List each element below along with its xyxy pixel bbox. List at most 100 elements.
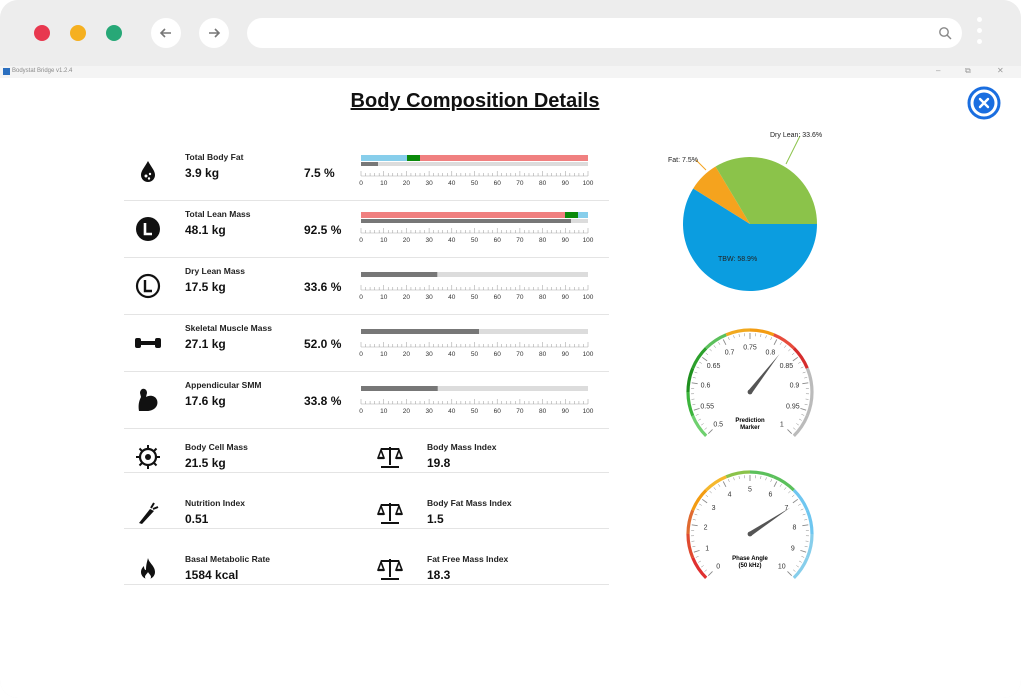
scale-tick-label: 60 — [494, 351, 502, 358]
pie-label-tbw: TBW: 58.9% — [718, 256, 757, 263]
body-cell-mass-item: Body Cell Mass 21.5 kg — [124, 429, 366, 485]
gauge-tick-label: 0.95 — [786, 403, 800, 410]
gauge-arc-segment — [792, 415, 809, 437]
gauge-arc-segment — [691, 557, 708, 579]
arrow-right-icon — [209, 28, 221, 38]
menu-kebab-icon[interactable] — [976, 17, 984, 51]
scale-tick-label: 100 — [583, 180, 594, 187]
close-window-dot[interactable] — [34, 25, 50, 41]
gauge-tick-label: 0.6 — [701, 382, 711, 389]
scale-tick-label: 40 — [448, 237, 456, 244]
value-bar — [361, 272, 438, 277]
gauge-tick-label: 0.75 — [743, 345, 757, 352]
scale-tick-label: 80 — [539, 180, 547, 187]
scale-tick-label: 70 — [516, 294, 524, 301]
scale-tick-label: 100 — [583, 408, 594, 415]
minimize-button[interactable]: – — [936, 66, 940, 75]
divider — [124, 584, 609, 585]
gauge-tick-label: 0.9 — [790, 382, 800, 389]
scale-tick-label: 40 — [448, 180, 456, 187]
gauge-tick-label: 0.8 — [766, 349, 776, 356]
gauge-title: Phase Angle — [732, 556, 768, 562]
metric-row-skeletal-muscle-mass: Skeletal Muscle Mass 27.1 kg 52.0 % 0 10 2… — [124, 315, 609, 372]
close-app-button[interactable]: ✕ — [997, 66, 1004, 75]
scale-tick-label: 30 — [425, 180, 433, 187]
metric-value: 0.51 — [185, 512, 209, 526]
composition-pie-chart: Dry Lean: 33.6% Fat: 7.5% TBW: 58.9% — [668, 132, 822, 291]
flame-icon — [134, 555, 162, 583]
gauge-tick-label: 0.7 — [725, 349, 735, 356]
metric-value: 17.5 kg — [185, 280, 226, 294]
metric-percent: 7.5 % — [304, 166, 335, 180]
metric-label: Total Body Fat — [185, 152, 244, 162]
scale-icon — [376, 499, 404, 527]
body-mass-index-item: Body Mass Index 19.8 — [366, 429, 608, 485]
gauge-title: Prediction — [735, 418, 765, 424]
scale-tick-label: 80 — [539, 408, 547, 415]
divider — [124, 472, 609, 473]
scale-tick-label: 80 — [539, 237, 547, 244]
value-bar — [361, 162, 378, 166]
scale-tick-label: 80 — [539, 294, 547, 301]
scale-tick-label: 90 — [562, 237, 570, 244]
scale-tick-label: 0 — [359, 237, 363, 244]
scale-tick-label: 70 — [516, 351, 524, 358]
app-page: Bodystat Bridge v1.2.4 – ⧉ ✕ Body Compos… — [0, 66, 1021, 698]
metric-label: Dry Lean Mass — [185, 266, 245, 276]
gauge-tick-label: 1 — [705, 545, 709, 552]
gauge-needle — [748, 354, 780, 394]
metric-value: 19.8 — [427, 456, 451, 470]
scale-tick-label: 0 — [359, 351, 363, 358]
scale-tick-label: 0 — [359, 408, 363, 415]
metric-row-total-body-fat: Total Body Fat 3.9 kg 7.5 % 0 10 20 30 40 50 6… — [124, 144, 609, 201]
app-titlebar: Bodystat Bridge v1.2.4 – ⧉ ✕ — [0, 66, 1021, 78]
scale-tick-label: 60 — [494, 237, 502, 244]
metric-percent: 92.5 % — [304, 223, 342, 237]
scale-tick-label: 60 — [494, 180, 502, 187]
metric-row-appendicular-smm: Appendicular SMM 17.6 kg 33.8 % 0 10 20 30 4… — [124, 372, 609, 429]
cell-icon — [134, 443, 162, 471]
scale-tick-label: 90 — [562, 408, 570, 415]
pie-label-dry-lean: Dry Lean: 33.6% — [770, 132, 822, 139]
scale-tick-label: 20 — [403, 408, 411, 415]
scale-tick-label: 30 — [425, 408, 433, 415]
minimize-window-dot[interactable] — [70, 25, 86, 41]
scale-tick-label: 50 — [471, 180, 479, 187]
fat-free-mass-index-item: Fat Free Mass Index 18.3 — [366, 541, 608, 597]
scale-tick-label: 10 — [380, 294, 388, 301]
metric-label: Fat Free Mass Index — [427, 554, 509, 564]
scale-tick-label: 70 — [516, 237, 524, 244]
value-bar — [361, 329, 479, 334]
scale-tick-label: 20 — [403, 351, 411, 358]
metric-value: 17.6 kg — [185, 394, 226, 408]
metric-label: Body Fat Mass Index — [427, 498, 512, 508]
scale-tick-label: 40 — [448, 408, 456, 415]
gauge-tick-label: 2 — [704, 524, 708, 531]
gauge-arc-segment — [705, 475, 727, 492]
scale-tick-label: 0 — [359, 294, 363, 301]
nutrition-index-item: Nutrition Index 0.51 — [124, 485, 366, 541]
metric-label: Body Cell Mass — [185, 442, 248, 452]
scale-tick-label: 60 — [494, 408, 502, 415]
gauge-arc-segment — [705, 333, 727, 350]
close-details-button[interactable] — [967, 86, 1001, 120]
scale-icon — [376, 555, 404, 583]
body-fat-mass-index-item: Body Fat Mass Index 1.5 — [366, 485, 608, 541]
scale-tick-label: 50 — [471, 351, 479, 358]
address-bar[interactable] — [247, 18, 962, 48]
scale-tick-label: 10 — [380, 237, 388, 244]
gauge-subtitle: Marker — [740, 425, 760, 431]
scale-tick-label: 10 — [380, 351, 388, 358]
scale-tick-label: 50 — [471, 408, 479, 415]
maximize-window-dot[interactable] — [106, 25, 122, 41]
gauge-subtitle: (50 kHz) — [738, 563, 761, 569]
gauge-arc-segment — [805, 391, 814, 417]
forward-button[interactable] — [199, 18, 229, 48]
metric-value: 1.5 — [427, 512, 444, 526]
metric-label: Total Lean Mass — [185, 209, 251, 219]
gauge-arc-segment — [691, 415, 708, 437]
gauge-arc-segment — [686, 533, 695, 559]
gauge-tick-label: 9 — [791, 545, 795, 552]
back-button[interactable] — [151, 18, 181, 48]
restore-button[interactable]: ⧉ — [965, 66, 971, 76]
